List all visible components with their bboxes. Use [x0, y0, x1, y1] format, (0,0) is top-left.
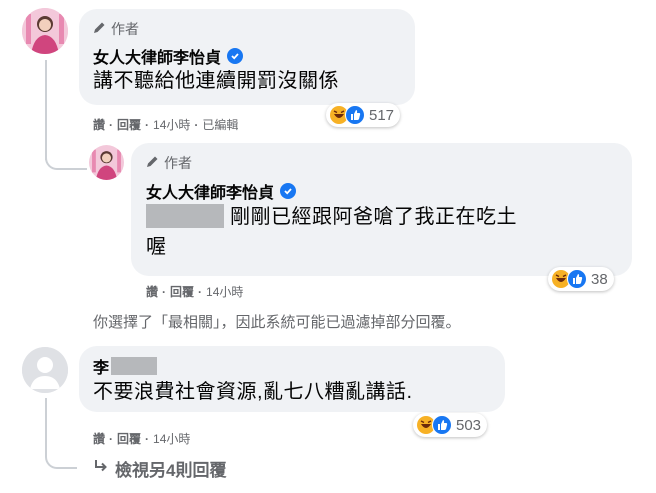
reply-action[interactable]: 回覆 [117, 116, 141, 133]
separator: · [145, 117, 150, 132]
separator: · [109, 117, 114, 132]
author-badge: 作者 [93, 19, 139, 39]
separator: · [194, 117, 199, 132]
redacted-mention [146, 203, 224, 228]
reactions-count: 517 [369, 106, 395, 124]
reactions-count: 38 [591, 270, 608, 288]
like-action[interactable]: 讚 [93, 430, 105, 447]
timestamp[interactable]: 14小時 [153, 116, 190, 133]
author-badge-label: 作者 [111, 21, 139, 37]
separator: · [162, 284, 167, 299]
like-action[interactable]: 讚 [146, 283, 158, 300]
verified-badge-icon [227, 48, 244, 64]
redacted-name [111, 357, 158, 375]
reply-action[interactable]: 回覆 [170, 283, 194, 300]
separator: · [145, 431, 150, 446]
view-more-label: 檢視另4則回覆 [115, 461, 227, 480]
author-badge-label: 作者 [164, 155, 192, 171]
separator: · [198, 284, 203, 299]
reply-text: 剛剛已經跟阿爸嗆了我正在吃土 喔 [146, 202, 517, 262]
reactions-summary[interactable]: 517 [326, 103, 401, 127]
default-avatar[interactable] [22, 347, 68, 393]
reactions-summary[interactable]: 38 [548, 267, 614, 291]
author-avatar[interactable] [22, 8, 68, 54]
commenter-name-row: 女人大律師李怡貞 [146, 179, 297, 203]
author-avatar[interactable] [89, 145, 124, 180]
reply-text-line: 喔 [146, 236, 167, 258]
commenter-name-row: 李 [93, 354, 158, 378]
commenter-name[interactable]: 李 [93, 354, 109, 378]
author-badge: 作者 [146, 153, 192, 173]
thread-line [45, 60, 47, 160]
reply-action[interactable]: 回覆 [117, 430, 141, 447]
commenter-name-row: 女人大律師李怡貞 [93, 44, 244, 68]
comment-text: 不要浪費社會資源,亂七八糟亂講話. [93, 381, 413, 403]
reply-text-line: 剛剛已經跟阿爸嗆了我正在吃土 [230, 206, 517, 228]
commenter-name[interactable]: 女人大律師李怡貞 [93, 44, 221, 68]
view-more-replies-button[interactable]: 檢視另4則回覆 [93, 456, 226, 481]
reactions-summary[interactable]: 503 [413, 413, 488, 437]
like-icon [567, 269, 587, 289]
reply-actions: 讚 · 回覆 · 14小時 [146, 283, 243, 300]
timestamp[interactable]: 14小時 [153, 430, 190, 447]
comment-actions: 讚 · 回覆 · 14小時 · 已編輯 [93, 116, 238, 133]
reactions-count: 503 [456, 416, 482, 434]
reply-arrow-icon [93, 458, 109, 479]
like-icon [432, 415, 452, 435]
commenter-name[interactable]: 女人大律師李怡貞 [146, 179, 274, 203]
filter-notice: 你選擇了「最相關」，因此系統可能已過濾掉部分回覆。 [93, 314, 461, 331]
pencil-icon [146, 155, 159, 171]
like-action[interactable]: 讚 [93, 116, 105, 133]
thread-curve [45, 445, 77, 469]
edited-label[interactable]: 已編輯 [202, 116, 238, 133]
pencil-icon [93, 21, 106, 37]
separator: · [109, 431, 114, 446]
comment-actions: 讚 · 回覆 · 14小時 [93, 430, 190, 447]
comment-text: 講不聽給他連續開罰沒關係 [93, 70, 339, 92]
timestamp[interactable]: 14小時 [206, 283, 243, 300]
thread-curve [45, 150, 87, 170]
like-icon [345, 105, 365, 125]
verified-badge-icon [280, 183, 297, 199]
